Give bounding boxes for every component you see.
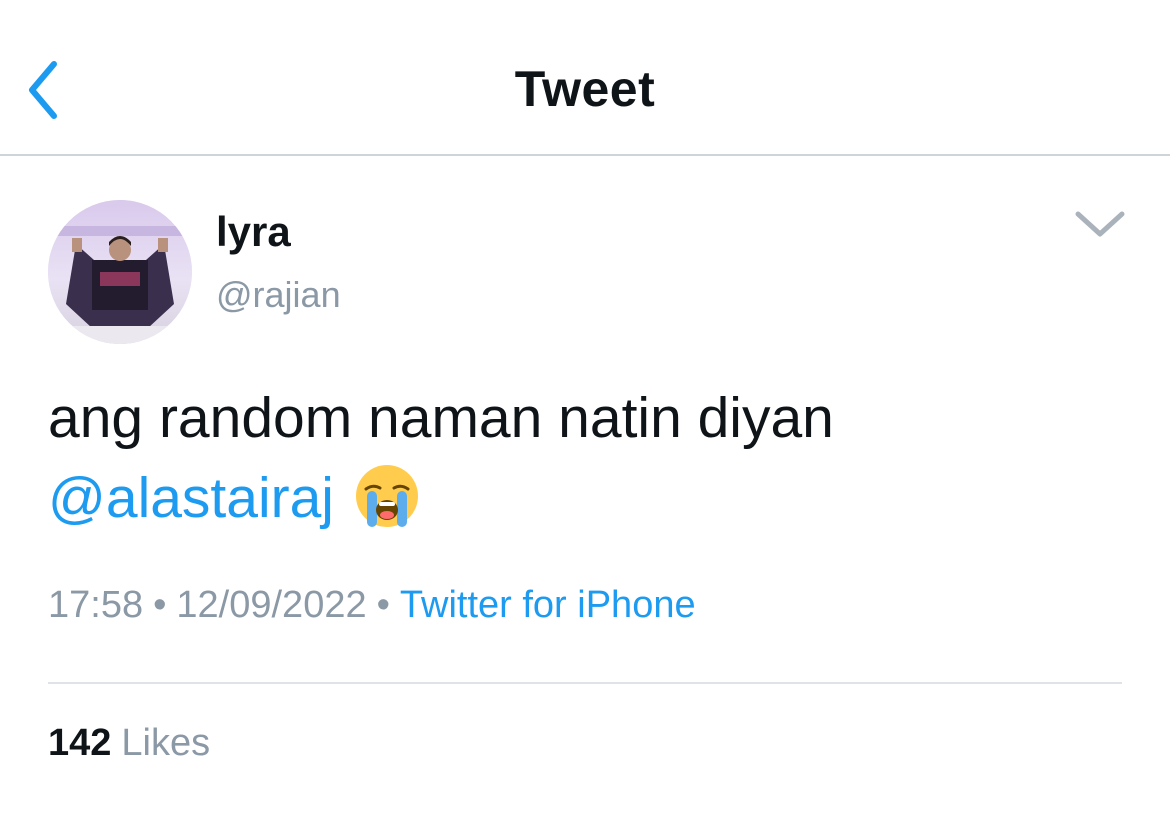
tweet-menu-button[interactable]	[1072, 204, 1128, 244]
tweet-time: 17:58	[48, 584, 144, 626]
tweet-source-link[interactable]: Twitter for iPhone	[400, 584, 696, 626]
likes-count: 142	[48, 722, 112, 764]
tweet-date: 12/09/2022	[176, 584, 367, 626]
tweet-body: ang random naman natin diyan	[48, 386, 834, 450]
navigation-bar: Tweet	[0, 0, 1170, 156]
chevron-down-icon	[1075, 211, 1125, 237]
avatar[interactable]	[48, 200, 192, 344]
author-display-name[interactable]: lyra	[216, 208, 291, 256]
tweet-metadata: 17:58 • 12/09/2022 • Twitter for iPhone	[48, 584, 696, 627]
divider	[48, 682, 1122, 684]
tweet-text: ang random naman natin diyan @alastairaj	[48, 378, 1118, 538]
mention-link[interactable]: @alastairaj	[48, 466, 334, 530]
separator-dot: •	[376, 584, 390, 626]
separator-dot: •	[153, 584, 167, 626]
avatar-image	[48, 200, 192, 344]
author-handle[interactable]: @rajian	[216, 274, 341, 316]
page-title: Tweet	[514, 61, 656, 117]
likes-stat[interactable]: 142 Likes	[48, 722, 210, 765]
loudly-crying-face-emoji	[354, 463, 420, 529]
likes-label: Likes	[121, 722, 211, 764]
